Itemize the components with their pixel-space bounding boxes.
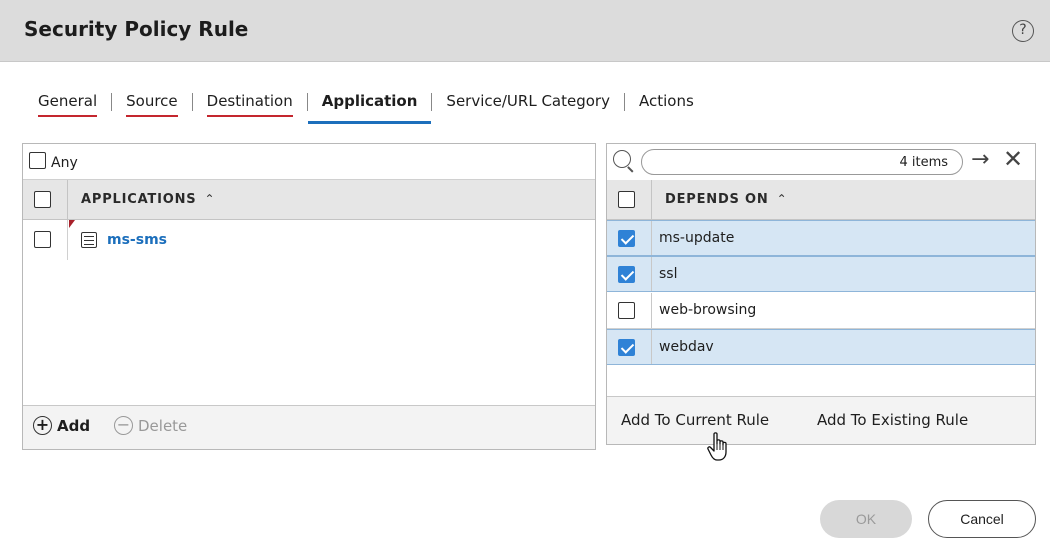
tab-actions-label: Actions [638, 92, 694, 110]
depends-on-header-label: DEPENDS ON [665, 192, 769, 207]
depends-row-checkbox[interactable] [618, 339, 635, 356]
applications-footer: + Add − Delete [23, 405, 595, 449]
column-divider [651, 180, 652, 219]
minus-circle-icon: − [114, 416, 133, 435]
table-row[interactable]: ms-sms [23, 220, 595, 260]
search-input[interactable] [641, 149, 963, 175]
close-icon[interactable]: ✕ [1003, 147, 1023, 171]
depends-row-name: ssl [659, 266, 678, 282]
tab-application[interactable]: Application [307, 90, 432, 124]
depends-row-name: ms-update [659, 230, 735, 246]
select-all-applications-checkbox[interactable] [34, 191, 51, 208]
ok-button[interactable]: OK [820, 500, 912, 538]
sort-ascending-icon: ⌃ [204, 192, 216, 206]
tab-general[interactable]: General [24, 90, 111, 122]
tab-source-underline [126, 115, 178, 117]
depends-on-header-sort[interactable]: DEPENDS ON ⌃ [665, 192, 787, 207]
depends-on-footer: Add To Current Rule Add To Existing Rule [607, 396, 1035, 444]
applications-header-label: APPLICATIONS [81, 192, 197, 207]
add-to-current-rule-button[interactable]: Add To Current Rule [621, 411, 769, 429]
table-row[interactable]: ms-update [607, 220, 1035, 256]
tab-application-label: Application [321, 92, 418, 110]
depends-on-column-header: DEPENDS ON ⌃ [607, 180, 1035, 220]
tab-destination-label: Destination [206, 92, 293, 110]
arrow-right-icon[interactable]: → [971, 148, 989, 172]
tab-bar: General Source Destination Application S… [24, 90, 708, 126]
tab-destination[interactable]: Destination [193, 90, 307, 122]
select-all-depends-checkbox[interactable] [618, 191, 635, 208]
delete-button[interactable]: − Delete [114, 416, 187, 435]
depends-row-name: webdav [659, 339, 714, 355]
depends-on-panel: → ✕ DEPENDS ON ⌃ ms-update ssl web-browsi… [606, 143, 1036, 445]
add-to-existing-rule-button[interactable]: Add To Existing Rule [817, 411, 968, 429]
tab-service-url-category[interactable]: Service/URL Category [432, 90, 624, 122]
sort-ascending-icon: ⌃ [776, 192, 788, 206]
column-divider [651, 257, 652, 291]
column-divider [651, 293, 652, 328]
search-bar: → ✕ [607, 144, 1035, 180]
column-divider [67, 220, 68, 260]
column-divider [651, 221, 652, 255]
search-icon[interactable] [613, 150, 631, 168]
cancel-button[interactable]: Cancel [928, 500, 1036, 538]
tab-general-label: General [38, 92, 98, 110]
application-list-icon [81, 232, 97, 248]
column-divider [67, 180, 68, 219]
table-row[interactable]: web-browsing [607, 293, 1035, 329]
depends-row-name: web-browsing [659, 302, 757, 318]
add-button[interactable]: + Add [33, 416, 90, 435]
add-button-label: Add [57, 416, 91, 435]
delete-button-label: Delete [138, 416, 188, 435]
dialog-titlebar: Security Policy Rule ? [0, 0, 1050, 62]
application-name-link[interactable]: ms-sms [107, 232, 167, 248]
any-checkbox[interactable] [29, 152, 46, 169]
depends-row-checkbox[interactable] [618, 302, 635, 319]
modified-flag-icon [69, 220, 75, 228]
applications-header-sort[interactable]: APPLICATIONS ⌃ [81, 192, 215, 207]
depends-row-checkbox[interactable] [618, 230, 635, 247]
table-row[interactable]: ssl [607, 256, 1035, 292]
tab-actions[interactable]: Actions [625, 90, 708, 122]
tab-general-underline [38, 115, 98, 117]
help-icon[interactable]: ? [1012, 20, 1034, 42]
tab-source-label: Source [126, 92, 178, 110]
table-row[interactable]: webdav [607, 329, 1035, 365]
applications-column-header: APPLICATIONS ⌃ [23, 180, 595, 220]
any-row: Any [23, 144, 595, 180]
depends-row-checkbox[interactable] [618, 266, 635, 283]
tab-service-url-category-label: Service/URL Category [446, 92, 610, 110]
column-divider [651, 330, 652, 364]
tab-destination-underline [206, 115, 293, 117]
tab-application-active-indicator [307, 121, 432, 124]
applications-panel: Any APPLICATIONS ⌃ ms-sms + Add − Delete [22, 143, 596, 450]
plus-circle-icon: + [33, 416, 52, 435]
tab-source[interactable]: Source [112, 90, 192, 122]
application-row-checkbox[interactable] [34, 231, 51, 248]
dialog-title: Security Policy Rule [24, 17, 249, 41]
any-label: Any [51, 155, 78, 171]
hand-pointer-cursor-icon [707, 432, 727, 461]
